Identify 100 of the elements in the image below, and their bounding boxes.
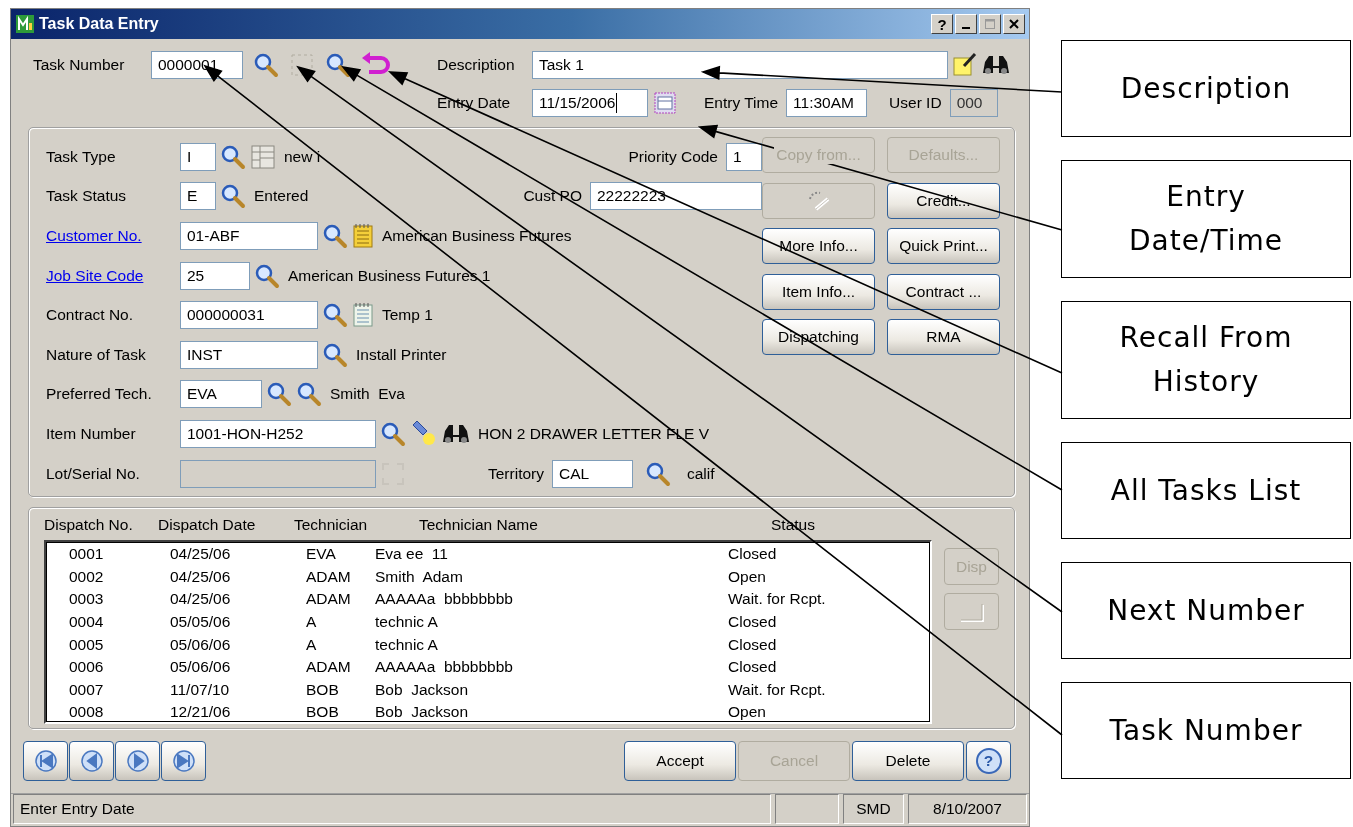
app-icon bbox=[15, 14, 35, 34]
flashlight-icon[interactable] bbox=[410, 419, 438, 448]
input-field[interactable]: EVA bbox=[180, 380, 262, 409]
list-cell-text: 0003 bbox=[69, 590, 105, 609]
window-title: Task Data Entry bbox=[39, 15, 159, 33]
minimize-icon bbox=[962, 26, 970, 29]
input-field[interactable]: 22222223 bbox=[590, 182, 762, 211]
entry-date-field[interactable]: 11/15/2006 bbox=[532, 89, 648, 117]
task-number-field[interactable]: 0000001 bbox=[151, 51, 243, 79]
list-cell-text: 0001 bbox=[69, 545, 105, 564]
calendar-icon[interactable] bbox=[652, 90, 678, 116]
action-button[interactable]: Delete bbox=[852, 741, 964, 781]
field-label: Task Type bbox=[46, 147, 117, 166]
field-label: Territory bbox=[488, 464, 544, 483]
binoculars-icon[interactable] bbox=[442, 422, 470, 445]
field-label: User ID bbox=[889, 94, 942, 112]
list-cell: Open bbox=[728, 567, 766, 586]
list-cell-text: BOB bbox=[306, 680, 340, 699]
list-cell-text: A bbox=[306, 635, 318, 654]
list-cell-text: technic A bbox=[375, 613, 439, 632]
form-button[interactable]: Contract ... bbox=[887, 273, 1000, 310]
field-link[interactable]: Job Site Code bbox=[46, 266, 180, 285]
previous-record-button[interactable] bbox=[69, 741, 114, 781]
search-icon[interactable] bbox=[325, 52, 351, 78]
callout-label: All Tasks List bbox=[1061, 442, 1351, 539]
status-date: 8/10/2007 bbox=[908, 794, 1027, 824]
list-cell-text: 12/21/06 bbox=[170, 703, 232, 722]
list-cell-text: 0008 bbox=[69, 703, 105, 722]
list-cell-text: Bob Jackson bbox=[375, 680, 470, 699]
column-header[interactable]: Dispatch No. bbox=[44, 516, 158, 534]
field-label: Task Number bbox=[33, 56, 126, 74]
list-cell-text: AAAAAa bbbbbbbb bbox=[375, 658, 514, 677]
list-cell: Wait. for Rcpt. bbox=[728, 590, 826, 609]
list-cell-text: 0005 bbox=[69, 635, 105, 654]
field-link[interactable]: Customer No. bbox=[46, 227, 180, 245]
field-label: Item Number bbox=[46, 424, 137, 443]
list-cell: Closed bbox=[728, 658, 777, 677]
form-button[interactable]: More Info... bbox=[762, 228, 875, 264]
form-button[interactable]: Credit... bbox=[887, 182, 1000, 219]
input-field[interactable]: E bbox=[180, 182, 216, 211]
list-cell-text: 0002 bbox=[69, 567, 105, 586]
close-icon bbox=[1008, 18, 1020, 30]
form-button[interactable]: RMA bbox=[887, 319, 1000, 355]
status-company: SMD bbox=[843, 794, 904, 824]
input-field[interactable]: CAL bbox=[552, 459, 633, 488]
form-button[interactable]: Quick Print... bbox=[887, 228, 1000, 264]
list-cell-text: 05/06/06 bbox=[170, 658, 232, 677]
entry-time-field[interactable]: 11:30AM bbox=[786, 89, 868, 117]
list-cell-text: 0006 bbox=[69, 658, 105, 677]
field-label: Task Status bbox=[46, 187, 128, 206]
field-description: Smith Eva bbox=[330, 385, 405, 404]
field-description: Temp 1 bbox=[382, 306, 433, 325]
input-field[interactable]: 01-ABF bbox=[180, 222, 318, 250]
close-button[interactable] bbox=[1003, 14, 1025, 34]
callout-label: Task Number bbox=[1061, 682, 1351, 779]
list-cell-text: Bob Jackson bbox=[375, 703, 470, 722]
list-cell-text: 05/06/06 bbox=[170, 635, 232, 654]
status-message: Enter Entry Date bbox=[13, 794, 771, 824]
input-field[interactable]: 25 bbox=[180, 261, 250, 290]
note-pen-icon[interactable] bbox=[952, 52, 978, 78]
list-cell-text: 04/25/06 bbox=[170, 567, 232, 586]
input-field[interactable]: I bbox=[180, 142, 216, 171]
list-cell-text: ADAM bbox=[306, 567, 352, 586]
callout-label: Entry Date/Time bbox=[1061, 160, 1351, 278]
field-label: Description bbox=[437, 56, 516, 74]
field-label: Preferred Tech. bbox=[46, 385, 153, 404]
input-field[interactable]: 000000031 bbox=[180, 301, 318, 330]
action-button[interactable]: Accept bbox=[624, 741, 736, 781]
list-cell: Wait. for Rcpt. bbox=[728, 680, 826, 699]
field-description: Entered bbox=[254, 187, 309, 206]
first-record-button[interactable] bbox=[23, 741, 68, 781]
input-field[interactable]: INST bbox=[180, 340, 318, 369]
field-label: Entry Time bbox=[704, 94, 779, 112]
list-cell-text: 04/25/06 bbox=[170, 545, 232, 564]
minimize-button[interactable] bbox=[955, 14, 977, 34]
notepad-icon[interactable] bbox=[352, 302, 374, 329]
list-cell-text: EVA bbox=[306, 545, 337, 564]
list-cell-text: A bbox=[306, 613, 318, 632]
binoculars-icon[interactable] bbox=[982, 54, 1010, 76]
help-button[interactable]: ? bbox=[966, 741, 1011, 781]
last-record-button[interactable] bbox=[161, 741, 206, 781]
list-cell-text: technic A bbox=[375, 635, 439, 654]
list-cell-text: BOB bbox=[306, 703, 340, 722]
notepad-icon[interactable] bbox=[352, 223, 374, 249]
field-label: Priority Code bbox=[628, 147, 718, 166]
form-button[interactable]: Item Info... bbox=[762, 273, 875, 310]
maximize-button[interactable] bbox=[979, 14, 1001, 34]
empty-box-icon[interactable] bbox=[289, 52, 315, 78]
column-header[interactable]: Technician Name bbox=[419, 516, 771, 534]
column-header[interactable]: Technician bbox=[294, 516, 419, 534]
field-label: Nature of Task bbox=[46, 345, 147, 364]
description-field[interactable]: Task 1 bbox=[532, 51, 948, 79]
input-field[interactable]: 1 bbox=[726, 142, 762, 171]
field-description: Install Printer bbox=[356, 345, 447, 364]
list-cell: Closed bbox=[728, 635, 777, 654]
next-record-button[interactable] bbox=[115, 741, 160, 781]
help-button[interactable]: ? bbox=[931, 14, 953, 34]
column-header[interactable]: Dispatch Date bbox=[158, 516, 294, 534]
input-field[interactable]: 1001-HON-H252 bbox=[180, 419, 376, 448]
field-label: Cust PO bbox=[523, 187, 582, 206]
